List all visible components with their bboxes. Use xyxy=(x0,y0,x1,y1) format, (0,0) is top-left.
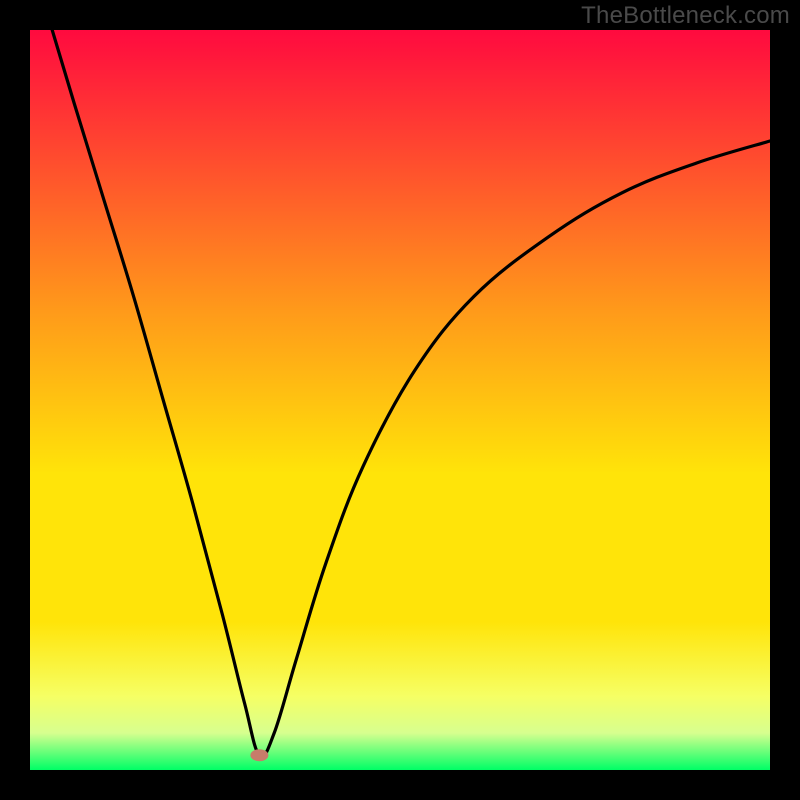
chart-svg xyxy=(30,30,770,770)
chart-frame: TheBottleneck.com xyxy=(0,0,800,800)
minimum-marker xyxy=(250,749,268,761)
gradient-background xyxy=(30,30,770,770)
watermark-text: TheBottleneck.com xyxy=(581,2,790,30)
plot-area xyxy=(30,30,770,770)
